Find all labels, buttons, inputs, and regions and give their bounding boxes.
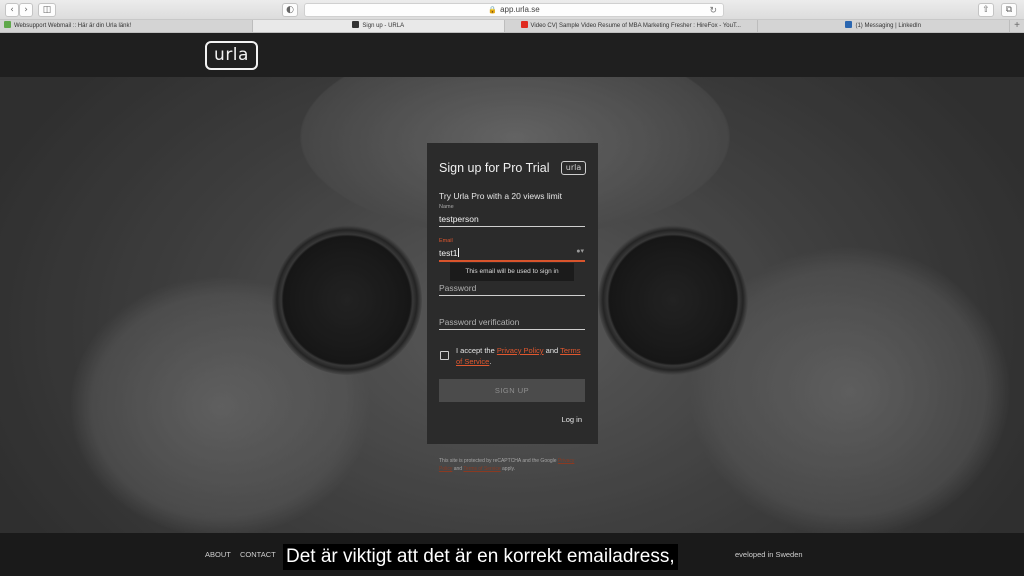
video-subtitle: Det är viktigt att det är en korrekt ema… [283, 544, 678, 570]
log-in-link[interactable]: Log in [562, 415, 582, 424]
tab-signup-urla[interactable]: Sign up - URLA [252, 20, 505, 32]
password-field[interactable]: Password [439, 281, 585, 296]
linkedin-favicon-icon [845, 21, 853, 28]
recaptcha-and: and [453, 466, 463, 472]
lock-icon: 🔒 [488, 7, 498, 14]
name-label: Name [439, 204, 454, 210]
youtube-favicon-icon [520, 21, 528, 28]
accept-suffix: . [489, 357, 492, 366]
urla-logo[interactable]: urla [205, 41, 258, 70]
email-tooltip: This email will be used to sign in [450, 263, 574, 281]
recaptcha-apply: apply. [502, 466, 515, 472]
address-bar[interactable]: 🔒 app.urla.se ↻ [304, 3, 724, 17]
webmail-favicon-icon [4, 21, 11, 28]
email-field[interactable]: Email test1 ●▾ [439, 238, 585, 262]
tabs-overview-icon[interactable]: ⧉ [1001, 3, 1017, 17]
tab-youtube[interactable]: Video CV| Sample Video Resume of MBA Mar… [505, 20, 758, 32]
address-text: app.urla.se [500, 5, 540, 14]
tab-title: Sign up - URLA [362, 23, 405, 29]
site-header: urla [0, 33, 1024, 77]
browser-toolbar: ‹ › ◫ ◐ 🔒 app.urla.se ↻ ⇧ ⧉ [0, 0, 1024, 20]
card-subtitle: Try Urla Pro with a 20 views limit [439, 191, 562, 201]
tab-linkedin[interactable]: (1) Messaging | LinkedIn [758, 20, 1010, 32]
name-underline [439, 226, 585, 227]
urla-badge: urla [561, 161, 586, 175]
privacy-shield-icon[interactable]: ◐ [282, 3, 298, 17]
text-caret [458, 248, 460, 257]
recaptcha-notice: This site is protected by reCAPTCHA and … [439, 457, 589, 473]
reload-icon[interactable]: ↻ [709, 4, 717, 16]
sign-up-button[interactable]: SIGN UP [439, 379, 585, 402]
accept-terms-text: I accept the Privacy Policy and Terms of… [456, 345, 584, 367]
accept-prefix: I accept the [456, 346, 495, 355]
tab-strip: Websupport Webmail :: Här är din Urla lä… [0, 20, 1024, 33]
footer-about-link[interactable]: ABOUT [205, 550, 231, 559]
accept-terms-checkbox[interactable] [440, 351, 449, 360]
email-label: Email [439, 238, 453, 244]
back-button[interactable]: ‹ [5, 3, 19, 17]
google-terms-link[interactable]: Terms of Service [463, 466, 500, 472]
name-field[interactable]: Name testperson [439, 204, 585, 227]
accept-and: and [545, 346, 559, 355]
password-verification-input[interactable]: Password verification [439, 315, 585, 329]
card-title: Sign up for Pro Trial [439, 161, 550, 175]
password-underline [439, 295, 585, 296]
tab-title: (1) Messaging | LinkedIn [855, 23, 922, 29]
name-input[interactable]: testperson [439, 212, 585, 226]
password-manager-icon[interactable]: ●▾ [576, 247, 584, 255]
footer-contact-link[interactable]: CONTACT [240, 550, 276, 559]
urla-favicon-icon [352, 21, 360, 28]
recaptcha-text: This site is protected by reCAPTCHA and … [439, 458, 557, 464]
tab-title: Video CV| Sample Video Resume of MBA Mar… [530, 23, 741, 29]
password-verification-field[interactable]: Password verification [439, 315, 585, 330]
email-value: test1 [439, 248, 458, 258]
email-underline [439, 260, 585, 262]
email-input[interactable]: test1 [439, 246, 585, 260]
tab-title: Websupport Webmail :: Här är din Urla lä… [14, 23, 132, 29]
password-input[interactable]: Password [439, 281, 585, 295]
sidebar-icon[interactable]: ◫ [38, 3, 56, 17]
password-verification-underline [439, 329, 585, 330]
forward-button[interactable]: › [19, 3, 33, 17]
new-tab-button[interactable]: + [1010, 20, 1024, 32]
privacy-policy-link[interactable]: Privacy Policy [497, 346, 544, 355]
footer-developed-text: eveloped in Sweden [735, 550, 803, 559]
tab-websupport[interactable]: Websupport Webmail :: Här är din Urla lä… [0, 20, 253, 32]
signup-card: Sign up for Pro Trial urla Try Urla Pro … [427, 143, 598, 444]
share-icon[interactable]: ⇧ [978, 3, 994, 17]
